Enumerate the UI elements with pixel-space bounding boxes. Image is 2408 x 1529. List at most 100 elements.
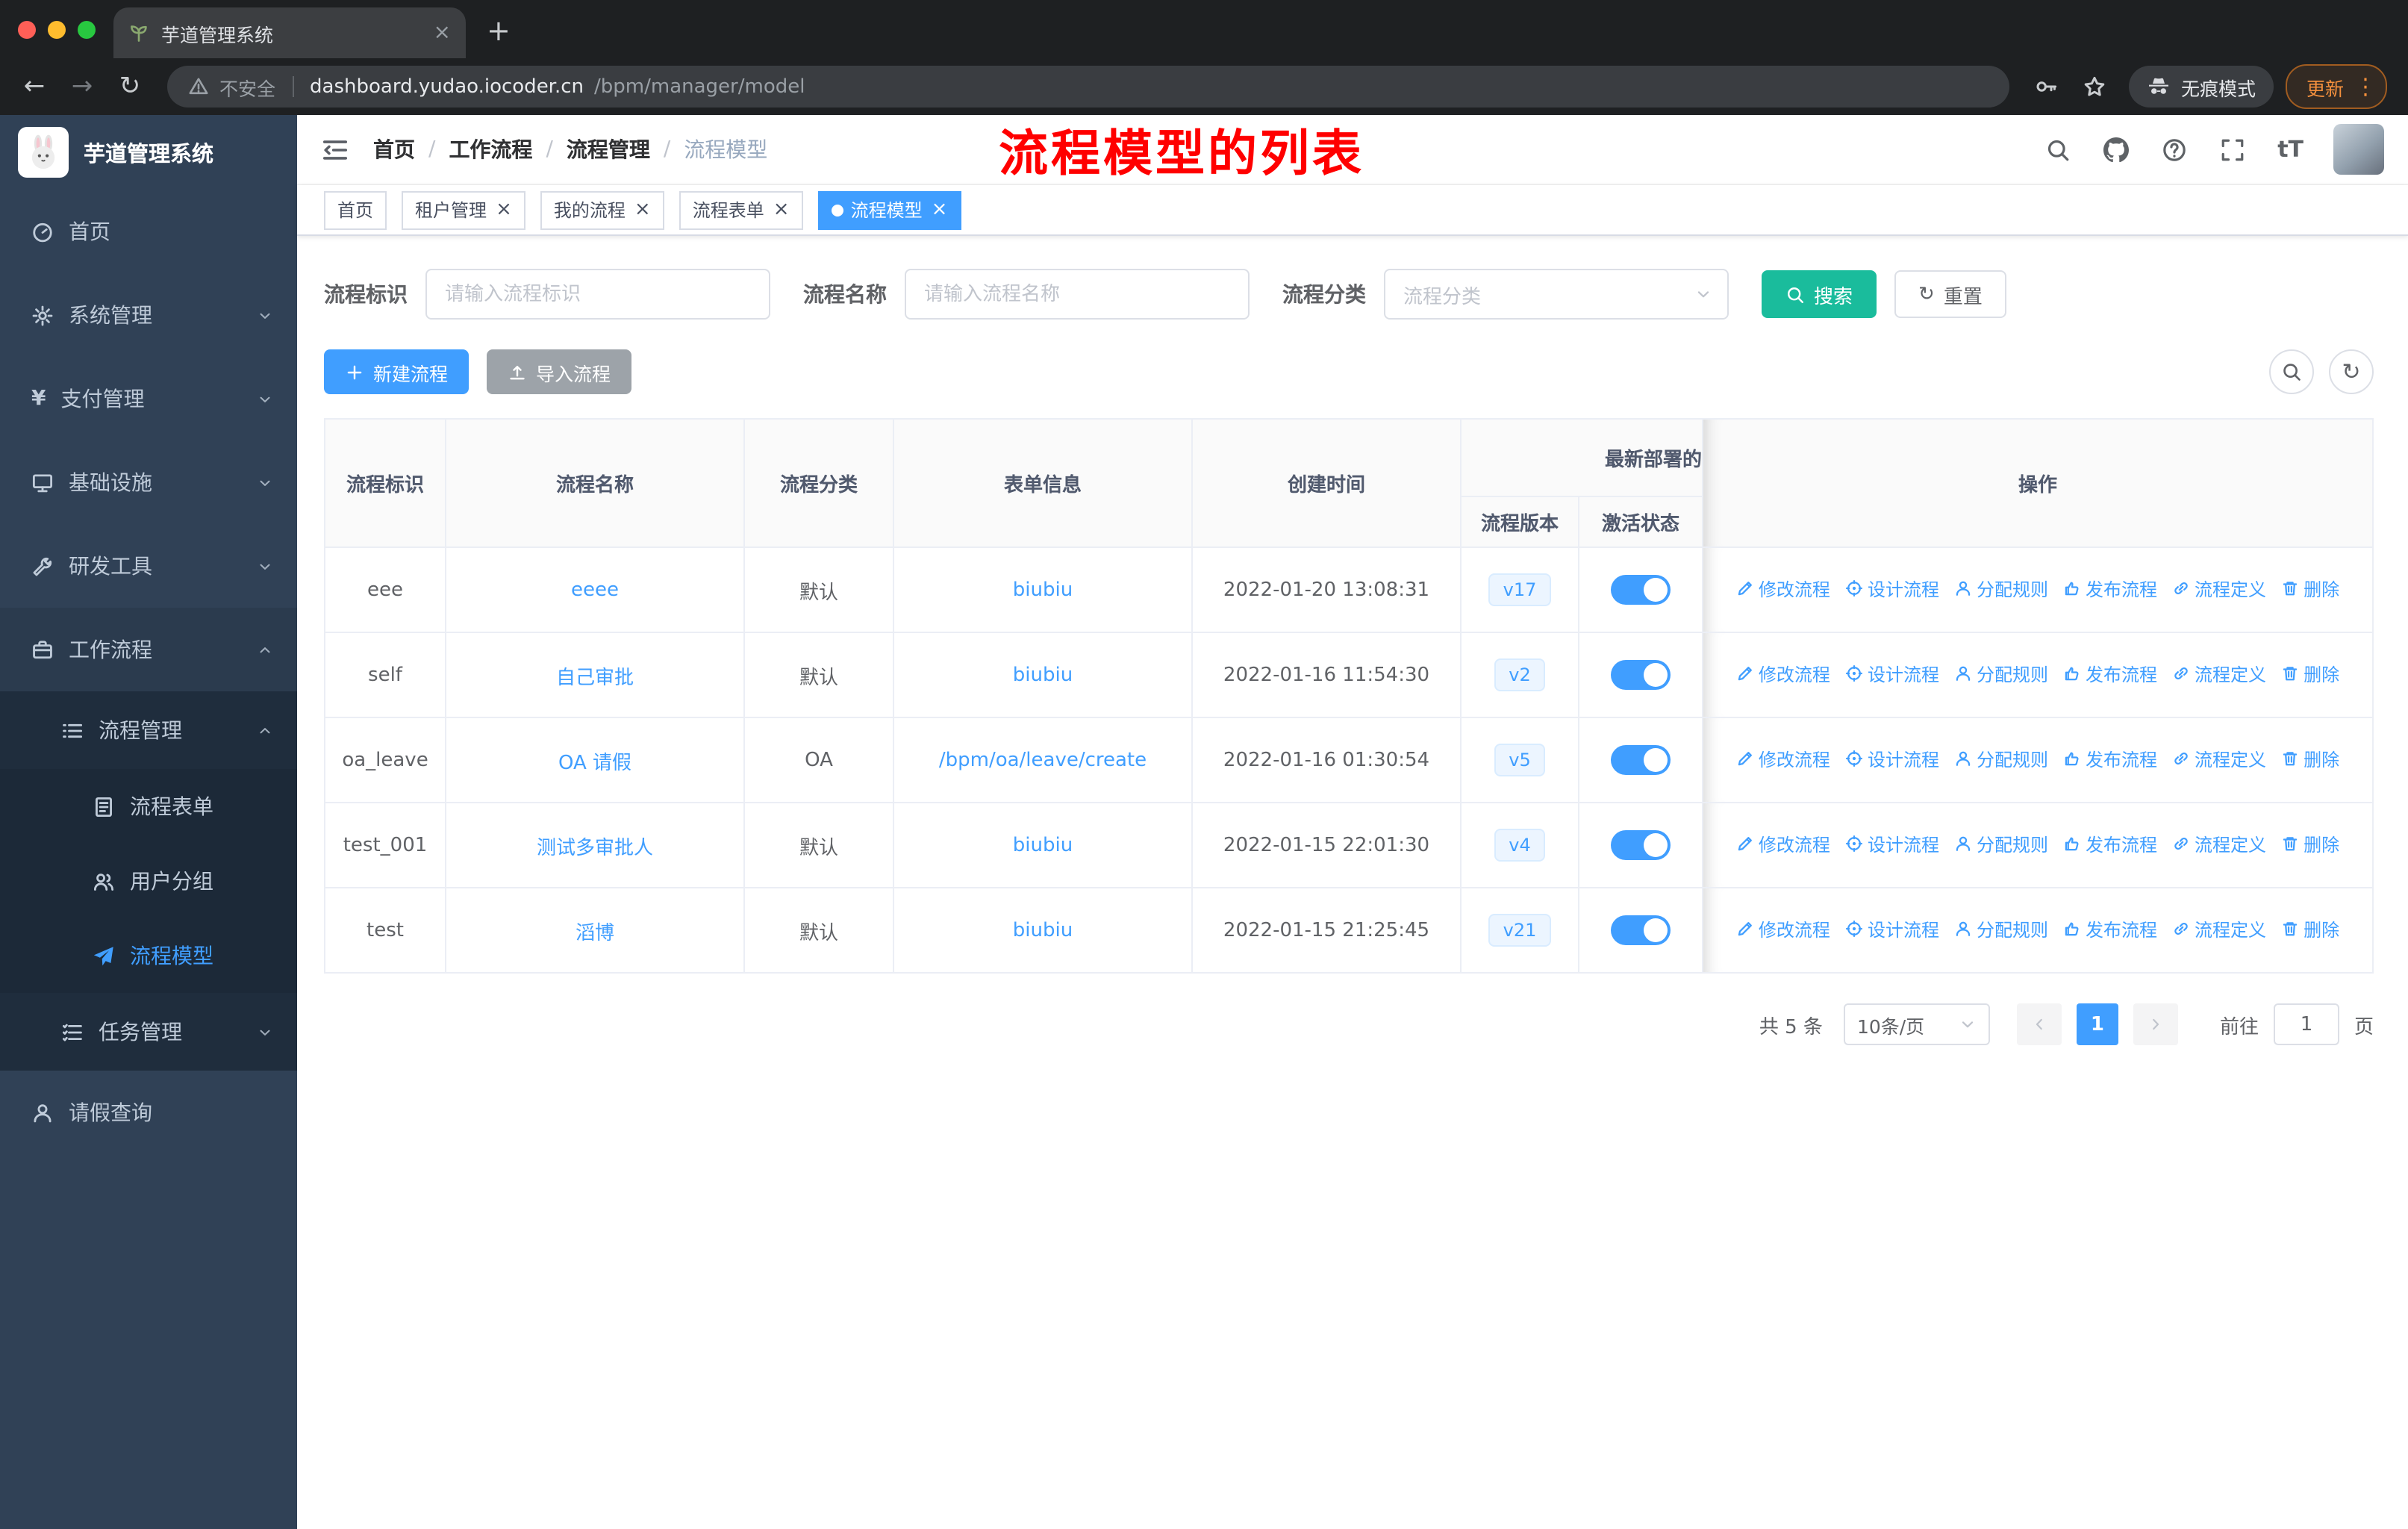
refresh-table-button[interactable]: ↻ <box>2329 349 2374 394</box>
view-tab-my-process[interactable]: 我的流程 × <box>540 190 664 229</box>
process-name-link[interactable]: 测试多审批人 <box>537 837 653 859</box>
action-edit-link[interactable]: 修改流程 <box>1736 747 1830 772</box>
next-page-button[interactable] <box>2133 1003 2178 1045</box>
action-assign-link[interactable]: 分配规则 <box>1954 747 2048 772</box>
sidebar-item-infrastructure[interactable]: 基础设施 <box>0 440 297 524</box>
forward-button[interactable]: → <box>60 64 105 109</box>
sidebar-item-process-model[interactable]: 流程模型 <box>0 918 297 993</box>
action-define-link[interactable]: 流程定义 <box>2172 917 2266 942</box>
security-label[interactable]: 不安全 <box>219 72 275 101</box>
close-icon[interactable]: × <box>496 200 512 219</box>
action-publish-link[interactable]: 发布流程 <box>2063 832 2157 857</box>
breadcrumb-item[interactable]: 流程管理 <box>567 134 650 164</box>
process-name-input[interactable] <box>905 269 1250 320</box>
prev-page-button[interactable] <box>2016 1003 2062 1045</box>
action-assign-link[interactable]: 分配规则 <box>1954 917 2048 942</box>
active-status-toggle[interactable] <box>1611 830 1671 860</box>
action-design-link[interactable]: 设计流程 <box>1845 917 1939 942</box>
sidebar-item-payment[interactable]: ¥ 支付管理 <box>0 357 297 440</box>
page-number[interactable]: 1 <box>2076 1003 2118 1045</box>
view-tab-home[interactable]: 首页 <box>324 190 387 229</box>
action-delete-link[interactable]: 删除 <box>2281 576 2339 602</box>
password-key-icon[interactable] <box>2024 64 2069 109</box>
action-define-link[interactable]: 流程定义 <box>2172 832 2266 857</box>
traffic-light-close[interactable] <box>18 21 36 39</box>
sidebar-item-dev-tools[interactable]: 研发工具 <box>0 524 297 608</box>
action-publish-link[interactable]: 发布流程 <box>2063 747 2157 772</box>
search-icon[interactable] <box>2044 137 2070 162</box>
action-design-link[interactable]: 设计流程 <box>1845 661 1939 687</box>
action-assign-link[interactable]: 分配规则 <box>1954 576 2048 602</box>
close-icon[interactable]: × <box>634 200 651 219</box>
goto-page-input[interactable] <box>2273 1003 2339 1045</box>
form-info-link[interactable]: /bpm/oa/leave/create <box>939 749 1147 771</box>
action-publish-link[interactable]: 发布流程 <box>2063 576 2157 602</box>
page-size-select[interactable]: 10条/页 <box>1843 1003 1990 1045</box>
action-design-link[interactable]: 设计流程 <box>1845 832 1939 857</box>
import-process-button[interactable]: 导入流程 <box>487 349 632 394</box>
reload-button[interactable]: ↻ <box>107 64 152 109</box>
process-key-input[interactable] <box>425 269 770 320</box>
sidebar-item-process-management[interactable]: 流程管理 <box>0 691 297 769</box>
action-delete-link[interactable]: 删除 <box>2281 747 2339 772</box>
traffic-light-zoom[interactable] <box>78 21 96 39</box>
active-status-toggle[interactable] <box>1611 575 1671 605</box>
action-edit-link[interactable]: 修改流程 <box>1736 661 1830 687</box>
action-design-link[interactable]: 设计流程 <box>1845 576 1939 602</box>
process-name-link[interactable]: 自己审批 <box>556 667 634 689</box>
new-tab-button[interactable]: + <box>487 15 511 48</box>
action-publish-link[interactable]: 发布流程 <box>2063 917 2157 942</box>
github-icon[interactable] <box>2103 137 2129 162</box>
help-icon[interactable] <box>2161 137 2186 162</box>
process-name-link[interactable]: eeee <box>571 579 619 601</box>
action-delete-link[interactable]: 删除 <box>2281 661 2339 687</box>
form-info-link[interactable]: biubiu <box>1013 579 1073 601</box>
action-edit-link[interactable]: 修改流程 <box>1736 832 1830 857</box>
form-info-link[interactable]: biubiu <box>1013 834 1073 856</box>
action-define-link[interactable]: 流程定义 <box>2172 661 2266 687</box>
sidebar-item-workflow[interactable]: 工作流程 <box>0 608 297 691</box>
action-assign-link[interactable]: 分配规则 <box>1954 661 2048 687</box>
process-name-link[interactable]: OA 请假 <box>558 752 631 774</box>
active-status-toggle[interactable] <box>1611 660 1671 690</box>
reset-button[interactable]: ↻ 重置 <box>1894 270 2006 318</box>
action-edit-link[interactable]: 修改流程 <box>1736 917 1830 942</box>
form-info-link[interactable]: biubiu <box>1013 919 1073 941</box>
font-size-icon[interactable]: tT <box>2277 136 2303 163</box>
search-button[interactable]: 搜索 <box>1762 270 1877 318</box>
app-logo[interactable]: 芋道管理系统 <box>0 115 297 190</box>
sidebar-item-leave-query[interactable]: 请假查询 <box>0 1071 297 1154</box>
action-design-link[interactable]: 设计流程 <box>1845 747 1939 772</box>
action-delete-link[interactable]: 删除 <box>2281 832 2339 857</box>
action-delete-link[interactable]: 删除 <box>2281 917 2339 942</box>
address-bar[interactable]: 不安全 dashboard.yudao.iocoder.cn/bpm/manag… <box>167 66 2009 108</box>
sidebar-item-user-group[interactable]: 用户分组 <box>0 844 297 918</box>
back-button[interactable]: ← <box>12 64 57 109</box>
action-publish-link[interactable]: 发布流程 <box>2063 661 2157 687</box>
tab-close-icon[interactable]: × <box>434 21 451 45</box>
sidebar-item-process-form[interactable]: 流程表单 <box>0 769 297 844</box>
bookmark-star-icon[interactable] <box>2072 64 2117 109</box>
breadcrumb-item[interactable]: 首页 <box>373 134 415 164</box>
action-assign-link[interactable]: 分配规则 <box>1954 832 2048 857</box>
close-icon[interactable]: × <box>932 200 948 219</box>
sidebar-toggle[interactable] <box>321 135 349 164</box>
category-select[interactable]: 流程分类 <box>1384 269 1729 320</box>
process-name-link[interactable]: 滔博 <box>576 922 614 944</box>
update-chip[interactable]: 更新 ⋮ <box>2285 64 2387 109</box>
active-status-toggle[interactable] <box>1611 915 1671 945</box>
view-tab-process-model[interactable]: 流程模型 × <box>817 190 961 229</box>
browser-tab[interactable]: 芋道管理系统 × <box>113 7 466 58</box>
close-icon[interactable]: × <box>773 200 790 219</box>
create-process-button[interactable]: 新建流程 <box>324 349 470 394</box>
action-define-link[interactable]: 流程定义 <box>2172 747 2266 772</box>
form-info-link[interactable]: biubiu <box>1013 664 1073 686</box>
avatar[interactable] <box>2333 124 2384 175</box>
breadcrumb-item[interactable]: 工作流程 <box>449 134 532 164</box>
show-search-button[interactable] <box>2269 349 2314 394</box>
sidebar-item-task-management[interactable]: 任务管理 <box>0 993 297 1071</box>
action-edit-link[interactable]: 修改流程 <box>1736 576 1830 602</box>
view-tab-tenant-management[interactable]: 租户管理 × <box>402 190 525 229</box>
fullscreen-icon[interactable] <box>2219 137 2245 162</box>
traffic-light-minimize[interactable] <box>48 21 66 39</box>
